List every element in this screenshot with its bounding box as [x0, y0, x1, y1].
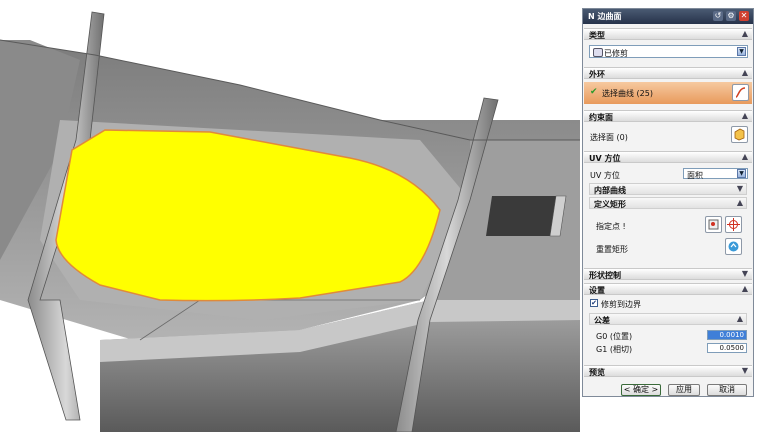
face-select-icon[interactable]	[731, 126, 748, 143]
ok-button[interactable]: < 确定 >	[621, 384, 661, 396]
specify-point-label: 指定点 !	[596, 222, 626, 231]
select-curve-row[interactable]: ✔ 选择曲线 (25)	[584, 82, 752, 104]
uv-orientation-select[interactable]: 面积 ▼	[683, 168, 748, 180]
apply-button[interactable]: 应用	[668, 384, 700, 396]
chevron-up-icon: ▲	[741, 152, 748, 161]
section-settings[interactable]: 设置 ▲	[584, 283, 752, 295]
check-icon: ✔	[590, 87, 598, 97]
subsection-tolerance[interactable]: 公差 ▲	[589, 313, 747, 325]
select-face-label: 选择面 (0)	[590, 133, 628, 142]
chevron-down-icon: ▼	[741, 269, 748, 278]
uv-field-label: UV 方位	[590, 171, 620, 180]
crosshair-glyph	[727, 218, 740, 231]
g1-label: G1 (相切)	[596, 345, 633, 354]
reset-glyph	[728, 241, 739, 252]
g0-label: G0 (位置)	[596, 332, 633, 341]
section-uv-orientation[interactable]: UV 方位 ▲	[584, 151, 752, 163]
cad-model-view	[0, 11, 580, 433]
section-constraint-face[interactable]: 约束面 ▲	[584, 110, 752, 122]
g0-input[interactable]: 0.0010	[707, 330, 747, 340]
chevron-up-icon: ▲	[741, 29, 748, 38]
section-outer-loop[interactable]: 外环 ▲	[584, 67, 752, 79]
point-dialog-icon[interactable]	[705, 216, 722, 233]
g1-input[interactable]: 0.0500	[707, 343, 747, 353]
subsection-define-rect[interactable]: 定义矩形 ▲	[589, 197, 747, 209]
chevron-down-icon: ▼	[741, 366, 748, 375]
section-preview[interactable]: 预览 ▼	[584, 365, 752, 377]
graphics-viewport[interactable]	[0, 0, 580, 433]
dialog-title: N 边曲面	[588, 12, 622, 21]
type-select[interactable]: 已修剪 ▼	[589, 45, 748, 58]
chevron-up-icon: ▲	[741, 111, 748, 120]
section-type[interactable]: 类型 ▲	[584, 28, 752, 40]
gear-icon[interactable]: ⚙	[726, 11, 736, 21]
dropdown-arrow-icon[interactable]: ▼	[737, 169, 746, 178]
n-sided-surface-dialog: N 边曲面 ↺ ⚙ ✕ 类型 ▲ 已修剪 ▼ 外环 ▲ ✔ 选择曲线 (25) …	[582, 8, 754, 397]
trim-to-boundary-checkbox[interactable]: ✔	[590, 299, 598, 307]
crosshair-icon[interactable]	[725, 216, 742, 233]
reset-rect-label: 重置矩形	[596, 245, 628, 254]
section-shape-control[interactable]: 形状控制 ▼	[584, 268, 752, 280]
subsection-inner-curves[interactable]: 内部曲线 ▼	[589, 183, 747, 195]
dropdown-arrow-icon[interactable]: ▼	[737, 47, 746, 56]
curve-glyph	[735, 87, 746, 98]
cancel-button[interactable]: 取消	[707, 384, 747, 396]
curve-select-icon[interactable]	[732, 84, 749, 101]
trim-to-boundary-label: 修剪到边界	[601, 300, 641, 309]
close-icon[interactable]: ✕	[739, 11, 749, 21]
reset-rect-icon[interactable]	[725, 238, 742, 255]
chevron-down-icon: ▼	[736, 184, 743, 193]
chevron-up-icon: ▲	[741, 68, 748, 77]
model-slot-opening	[486, 196, 558, 236]
surface-type-icon	[593, 48, 603, 57]
chevron-up-icon: ▲	[736, 314, 743, 323]
reset-icon[interactable]: ↺	[713, 11, 723, 21]
chevron-up-icon: ▲	[741, 284, 748, 293]
cube-glyph	[734, 128, 745, 141]
dialog-titlebar: N 边曲面 ↺ ⚙ ✕	[583, 9, 753, 24]
chevron-up-icon: ▲	[736, 198, 743, 207]
point-glyph	[708, 219, 719, 230]
